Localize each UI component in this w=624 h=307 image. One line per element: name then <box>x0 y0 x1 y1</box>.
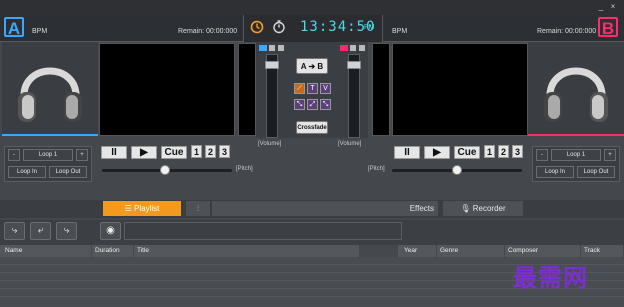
deck-b-play-button[interactable]: ▶ <box>424 146 450 159</box>
deck-b-hotcue-1[interactable]: 1 <box>484 145 495 158</box>
deck-b-badge[interactable]: B <box>598 17 618 38</box>
deck-a-badge[interactable]: A <box>4 17 24 38</box>
settings-mini-icon-b[interactable] <box>350 45 356 51</box>
fx-button-4[interactable]: ⤡ <box>294 99 305 110</box>
deck-a-mini-icon <box>259 45 267 51</box>
dj-mixer-app: _ × A BPM Remain: 00:00:000 13:34:50 PM … <box>0 0 624 307</box>
deck-a-hotcue-2[interactable]: 2 <box>205 145 216 158</box>
deck-a-loop-plus[interactable]: + <box>76 149 88 161</box>
fader-knob-b[interactable] <box>347 61 361 69</box>
crossfade-button[interactable]: Crossfade <box>296 121 328 134</box>
deck-b-loop-minus[interactable]: - <box>536 149 548 161</box>
microphone-icon: 🎙 <box>460 204 473 213</box>
deck-b-hotcue-3[interactable]: 3 <box>512 145 523 158</box>
settings-mini-icon[interactable] <box>269 45 275 51</box>
deck-b-remain: Remain: 00:00:000 <box>537 28 597 35</box>
deck-a-hotcue-1[interactable]: 1 <box>191 145 202 158</box>
deck-a-artwork <box>2 42 98 136</box>
minimize-button[interactable]: _ <box>596 2 606 11</box>
clock-ampm: PM <box>364 24 375 31</box>
deck-b-pitch-label: [Pitch] <box>368 166 385 172</box>
deck-a-remain: Remain: 00:00:000 <box>178 28 238 35</box>
deck-a-play-button[interactable]: ▶ <box>131 146 157 159</box>
col-composer[interactable]: Composer <box>505 245 581 257</box>
col-track[interactable]: Track <box>581 245 624 257</box>
clock-icon[interactable] <box>250 20 264 34</box>
disc-icon[interactable]: ◉ <box>100 222 121 240</box>
deck-b-artwork <box>528 42 624 136</box>
deck-a-loop-out[interactable]: Loop Out <box>49 166 87 178</box>
deck-b-meter <box>372 43 390 136</box>
fader-knob[interactable] <box>265 61 279 69</box>
deck-a-loop-in[interactable]: Loop In <box>8 166 46 178</box>
stopwatch-icon[interactable] <box>272 19 286 34</box>
pitch-knob[interactable] <box>160 165 170 175</box>
deck-a-meter <box>238 43 256 136</box>
fx-button-5[interactable]: ⤢ <box>307 99 318 110</box>
col-duration[interactable]: Duration <box>92 245 134 257</box>
equalizer-icon[interactable]: ⫶ <box>186 201 210 216</box>
deck-b-cue-button[interactable]: Cue <box>454 146 480 159</box>
deck-a-loop-select[interactable]: Loop 1 <box>23 149 73 161</box>
deck-b-mini-icon <box>340 45 348 51</box>
playlist-search-field[interactable] <box>124 222 402 240</box>
tab-playlist[interactable]: ☰ Playlist <box>103 201 181 216</box>
deck-b-loop-plus[interactable]: + <box>604 149 616 161</box>
headphones-icon <box>18 67 82 122</box>
a-to-b-button[interactable]: A ➔ B <box>296 58 328 74</box>
list-icon: ☰ <box>124 204 135 213</box>
deck-b-loop-in[interactable]: Loop In <box>536 166 574 178</box>
deck-a-pitch-label: [Pitch] <box>236 166 253 172</box>
watermark: 最需网 <box>513 263 588 292</box>
col-year[interactable]: Year <box>401 245 437 257</box>
fx-button-2[interactable]: T <box>307 83 318 94</box>
link-mini-icon[interactable] <box>278 45 284 51</box>
deck-b-bpm: BPM <box>392 28 408 35</box>
deck-a-hotcue-3[interactable]: 3 <box>219 145 230 158</box>
headphones-icon <box>544 67 608 122</box>
deck-a-volume-label: [Volume] <box>258 141 282 147</box>
col-name[interactable]: Name <box>2 245 92 257</box>
deck-a-loop-minus[interactable]: - <box>8 149 20 161</box>
deck-b-loop-out[interactable]: Loop Out <box>577 166 615 178</box>
pitch-knob-b[interactable] <box>452 165 462 175</box>
deck-a-volume-fader[interactable] <box>265 54 279 138</box>
col-blank[interactable] <box>360 245 398 257</box>
col-genre[interactable]: Genre <box>437 245 505 257</box>
deck-b-volume-label: [Volume] <box>338 141 362 147</box>
tab-recorder-label: Recorder <box>472 204 506 213</box>
close-button[interactable]: × <box>608 2 618 11</box>
deck-b-pause-button[interactable]: II <box>394 146 420 159</box>
title-bar <box>0 0 624 14</box>
tab-playlist-label: Playlist <box>134 204 160 213</box>
tab-effects[interactable]: Effects <box>212 201 438 216</box>
fx-button-6[interactable]: ⤡ <box>320 99 331 110</box>
fx-button-3[interactable]: V <box>320 83 331 94</box>
deck-a-bpm: BPM <box>32 28 48 35</box>
link-mini-icon-b[interactable] <box>359 45 365 51</box>
tab-recorder[interactable]: 🎙 Recorder <box>443 201 523 216</box>
add-file-icon[interactable]: ⤷ <box>4 222 25 240</box>
list-row-divider <box>0 296 624 297</box>
deck-b-waveform[interactable] <box>392 43 528 136</box>
deck-a-pitch-slider[interactable] <box>102 165 232 175</box>
col-title[interactable]: Title <box>134 245 360 257</box>
deck-b-pitch-slider[interactable] <box>392 165 522 175</box>
deck-a-pause-button[interactable]: II <box>101 146 127 159</box>
deck-b-volume-fader[interactable] <box>347 54 361 138</box>
deck-a-cue-button[interactable]: Cue <box>161 146 187 159</box>
deck-b-loop-select[interactable]: Loop 1 <box>551 149 601 161</box>
deck-b-hotcue-2[interactable]: 2 <box>498 145 509 158</box>
add-folder-icon[interactable]: ⤶ <box>30 222 51 240</box>
fx-button-1[interactable]: ⟋ <box>294 83 305 94</box>
remove-icon[interactable]: ⤷ <box>56 222 77 240</box>
deck-a-waveform[interactable] <box>99 43 235 136</box>
